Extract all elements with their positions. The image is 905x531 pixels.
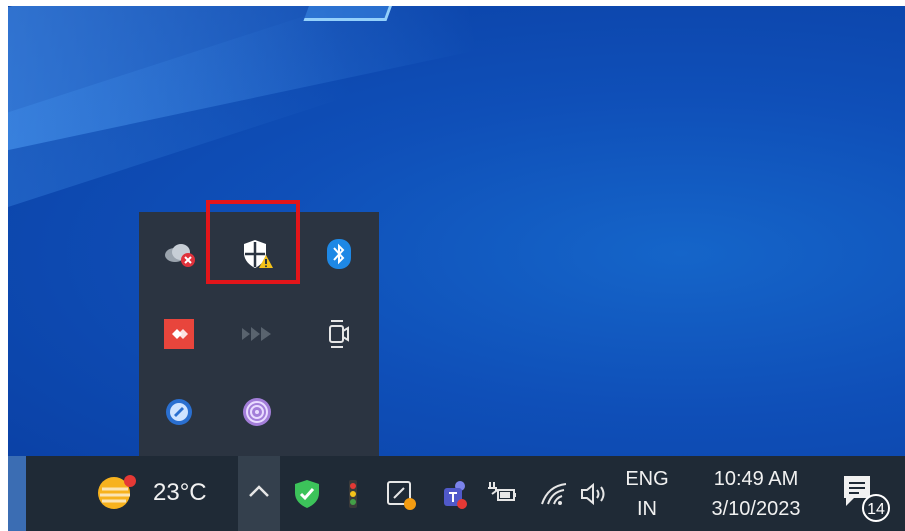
media-forward-icon[interactable] — [237, 314, 277, 354]
start-button[interactable] — [8, 456, 26, 531]
camera-meet-icon[interactable] — [319, 314, 359, 354]
chevron-up-icon — [249, 485, 269, 497]
wifi-icon[interactable] — [538, 478, 572, 510]
bluetooth-icon[interactable] — [319, 234, 359, 274]
show-hidden-icons-button[interactable] — [238, 456, 280, 531]
anydesk-icon[interactable] — [159, 314, 199, 354]
security-check-icon[interactable] — [292, 478, 324, 510]
volume-icon[interactable] — [578, 478, 612, 510]
clock-time: 10:49 AM — [713, 468, 799, 490]
teams-icon[interactable] — [438, 476, 472, 512]
pen-workspace-icon[interactable] — [384, 476, 420, 512]
traffic-light-icon[interactable] — [344, 476, 364, 512]
app-blue-icon[interactable] — [159, 392, 199, 432]
language-region: IN — [637, 498, 657, 520]
battery-charging-icon[interactable] — [484, 478, 520, 510]
taskbar: 23°C ENG IN 10:49 AM 3/10/2023 14 — [8, 456, 905, 531]
highlight-box — [206, 200, 300, 284]
weather-temperature[interactable]: 23°C — [153, 479, 207, 507]
notification-count-badge: 14 — [862, 494, 890, 522]
weather-sun-cloud-icon[interactable] — [92, 469, 140, 517]
language-code: ENG — [625, 468, 669, 490]
tor-onion-icon[interactable] — [237, 392, 277, 432]
clock[interactable]: 10:49 AM 3/10/2023 — [696, 464, 816, 524]
clock-date: 3/10/2023 — [711, 498, 801, 520]
language-indicator[interactable]: ENG IN — [622, 464, 672, 524]
windows-logo-edge — [303, 6, 396, 21]
onedrive-error-icon[interactable] — [159, 234, 199, 274]
